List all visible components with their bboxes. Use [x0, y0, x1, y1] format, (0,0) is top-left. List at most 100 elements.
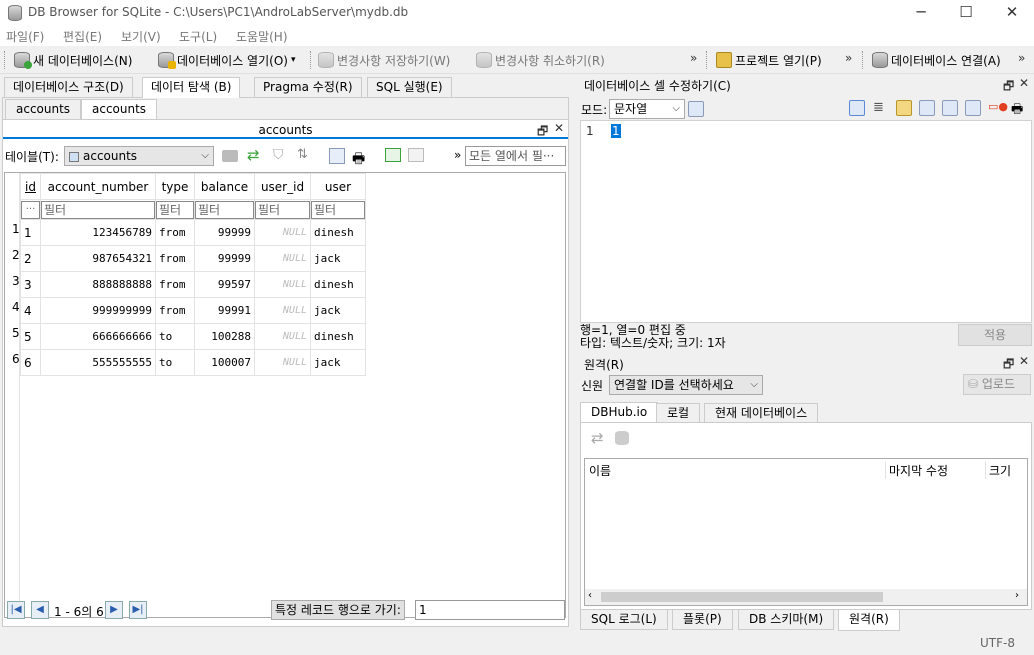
- menu-tools[interactable]: 도구(L): [179, 28, 217, 45]
- toolbar-grip-3[interactable]: [862, 51, 865, 69]
- cell-type[interactable]: to: [155, 349, 195, 376]
- export-file-icon[interactable]: [919, 100, 935, 116]
- open-database-button[interactable]: 데이터베이스 열기(O) ▾: [158, 50, 295, 70]
- cell-id[interactable]: 6: [20, 349, 41, 376]
- cell-user[interactable]: dinesh: [310, 323, 366, 350]
- attach-database-button[interactable]: 데이터베이스 연결(A): [872, 50, 1001, 70]
- cell-account-number[interactable]: 123456789: [40, 219, 156, 246]
- write-changes-button[interactable]: 변경사항 저장하기(W): [318, 50, 450, 70]
- cell-type[interactable]: from: [155, 245, 195, 272]
- column-header-balance[interactable]: balance: [194, 173, 255, 200]
- previous-record-button[interactable]: ◀: [31, 601, 49, 619]
- clear-filters-icon[interactable]: ⛉: [273, 147, 284, 163]
- cell-account-number[interactable]: 666666666: [40, 323, 156, 350]
- table-row[interactable]: 4 999999999 from 99991 NULL jack: [20, 297, 366, 324]
- insert-values-icon[interactable]: [385, 148, 401, 162]
- tab-db-schema[interactable]: DB 스키마(M): [738, 610, 835, 630]
- cell-user[interactable]: dinesh: [310, 271, 366, 298]
- revert-changes-button[interactable]: 변경사항 취소하기(R): [476, 50, 605, 70]
- menu-edit[interactable]: 편집(E): [63, 28, 102, 45]
- editor-content[interactable]: 1: [611, 124, 621, 138]
- cell-id[interactable]: 3: [20, 271, 41, 298]
- text-align-icon[interactable]: ≣: [873, 100, 889, 116]
- edit-cell-float-icon[interactable]: 🗗: [1003, 77, 1014, 98]
- cell-id[interactable]: 1: [20, 219, 41, 246]
- table-select[interactable]: accounts ⌵: [64, 146, 214, 166]
- table-row[interactable]: 1 123456789 from 99999 NULL dinesh: [20, 219, 366, 246]
- last-record-button[interactable]: ▶|: [129, 601, 147, 619]
- filter-all-columns-input[interactable]: 모든 열에서 필···: [465, 146, 566, 166]
- filter-overflow-icon[interactable]: »: [454, 148, 461, 162]
- tab-dbhub[interactable]: DBHub.io: [580, 402, 659, 423]
- toolbar-grip-2[interactable]: [706, 51, 709, 69]
- upload-button[interactable]: ⛁ 업로드: [963, 374, 1031, 395]
- tab-plot[interactable]: 플롯(P): [672, 610, 733, 630]
- tab-browse-data[interactable]: 데이터 탐색 (B): [142, 77, 241, 98]
- cell-balance[interactable]: 100007: [194, 349, 255, 376]
- set-null-icon[interactable]: [942, 100, 958, 116]
- import-file-icon[interactable]: [896, 100, 912, 116]
- table-row[interactable]: 3 888888888 from 99597 NULL dinesh: [20, 271, 366, 298]
- remote-float-icon[interactable]: 🗗: [1003, 355, 1014, 376]
- cell-account-number[interactable]: 999999999: [40, 297, 156, 324]
- cell-user-id[interactable]: NULL: [254, 297, 311, 324]
- new-database-button[interactable]: 새 데이터베이스(N): [14, 50, 132, 70]
- cell-account-number[interactable]: 555555555: [40, 349, 156, 376]
- filter-input-account-number[interactable]: 필터: [41, 200, 155, 219]
- remote-column-last-modified[interactable]: 마지막 수정: [885, 462, 948, 479]
- first-record-button[interactable]: |◀: [7, 601, 25, 619]
- column-header-id[interactable]: id: [20, 173, 41, 200]
- open-project-button[interactable]: 프로젝트 열기(P): [716, 50, 822, 70]
- column-header-type[interactable]: type: [155, 173, 195, 200]
- sub-tab-accounts-1[interactable]: accounts: [5, 99, 82, 119]
- next-record-button[interactable]: ▶: [105, 601, 123, 619]
- cell-balance[interactable]: 100288: [194, 323, 255, 350]
- cell-balance[interactable]: 99999: [194, 245, 255, 272]
- identity-select[interactable]: 연결할 ID를 선택하세요 ⌵: [609, 375, 763, 395]
- cell-type[interactable]: to: [155, 323, 195, 350]
- auto-switch-mode-icon[interactable]: [688, 101, 704, 117]
- float-panel-icon[interactable]: 🗗: [537, 122, 548, 143]
- filter-input-id[interactable]: ···: [21, 200, 40, 219]
- menu-help[interactable]: 도움말(H): [236, 28, 288, 45]
- cell-user[interactable]: jack: [310, 297, 366, 324]
- open-database-dropdown-icon[interactable]: ▾: [291, 55, 296, 65]
- tab-sql-log[interactable]: SQL 로그(L): [580, 610, 668, 630]
- tab-remote[interactable]: 원격(R): [838, 610, 900, 631]
- clear-cell-icon[interactable]: ▭●: [988, 100, 1008, 116]
- cell-id[interactable]: 4: [20, 297, 41, 324]
- print-cell-icon[interactable]: 🖶: [1011, 100, 1027, 117]
- filter-input-balance[interactable]: 필터: [195, 200, 254, 219]
- row-header[interactable]: 6: [12, 352, 20, 366]
- remote-clone-icon[interactable]: [615, 431, 629, 445]
- tab-current-database[interactable]: 현재 데이터베이스: [704, 403, 819, 423]
- edit-cell-close-icon[interactable]: ✕: [1019, 76, 1029, 90]
- row-header[interactable]: 5: [12, 326, 20, 340]
- insert-record-icon[interactable]: [222, 150, 238, 162]
- minimize-button[interactable]: ─: [898, 0, 944, 26]
- column-header-user[interactable]: user: [310, 173, 366, 200]
- cell-balance[interactable]: 99999: [194, 219, 255, 246]
- cell-user[interactable]: jack: [310, 349, 366, 376]
- tab-local[interactable]: 로컬: [656, 403, 701, 423]
- menu-view[interactable]: 보기(V): [121, 28, 161, 45]
- mode-select[interactable]: 문자열 ⌵: [609, 99, 685, 119]
- row-header[interactable]: 3: [12, 274, 20, 288]
- sort-icon[interactable]: ⇅: [297, 147, 308, 162]
- cell-id[interactable]: 2: [20, 245, 41, 272]
- word-wrap-icon[interactable]: [849, 100, 865, 116]
- tab-database-structure[interactable]: 데이터베이스 구조(D): [4, 77, 133, 97]
- column-header-account-number[interactable]: account_number: [40, 173, 156, 200]
- close-button[interactable]: ✕: [989, 0, 1034, 26]
- toolbar-overflow-icon[interactable]: »: [690, 51, 697, 65]
- copy-cell-icon[interactable]: [965, 100, 981, 116]
- cell-user-id[interactable]: NULL: [254, 219, 311, 246]
- cell-type[interactable]: from: [155, 271, 195, 298]
- cell-type[interactable]: from: [155, 219, 195, 246]
- cell-type[interactable]: from: [155, 297, 195, 324]
- scroll-right-icon[interactable]: ›: [1015, 590, 1019, 601]
- cell-user-id[interactable]: NULL: [254, 245, 311, 272]
- row-header[interactable]: 4: [12, 300, 20, 314]
- cell-user[interactable]: dinesh: [310, 219, 366, 246]
- cell-user[interactable]: jack: [310, 245, 366, 272]
